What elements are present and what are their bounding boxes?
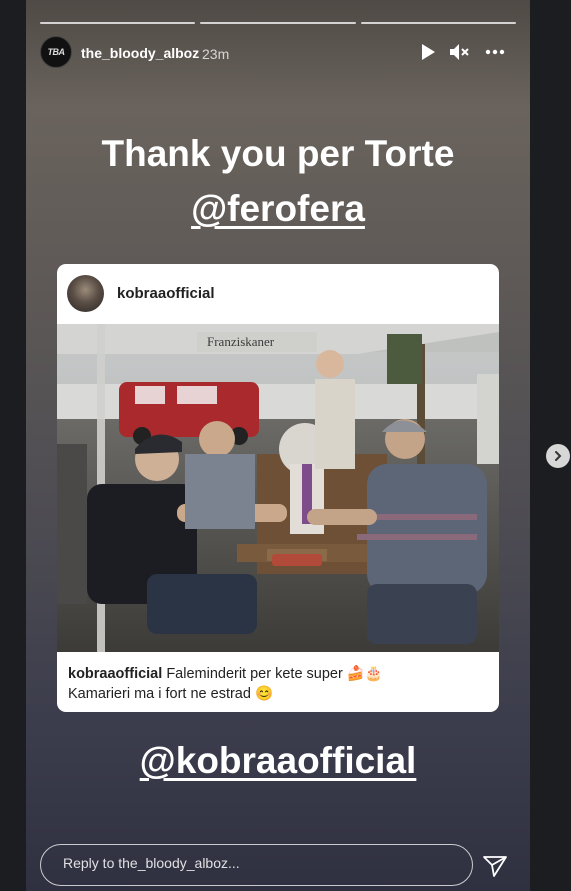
play-icon [422,44,435,60]
more-options-button[interactable] [483,40,507,64]
ferofera-mention-link[interactable]: @ferofera [191,188,365,229]
username-link[interactable]: the_bloody_alboz [81,45,199,61]
post-author-avatar[interactable] [67,275,104,312]
user-avatar[interactable]: TBA [40,36,72,68]
story-timestamp: 23m [202,46,230,62]
post-author-username[interactable]: kobraaofficial [117,285,215,302]
reply-box[interactable] [40,844,473,886]
caption-text: Faleminderit per kete super 🍰🎂 [166,666,383,682]
progress-segment [360,22,516,24]
play-button[interactable] [416,40,440,64]
progress-segment [40,22,196,24]
story-text-line-1: Thank you per Torte [101,133,455,174]
story-progress-bar [40,22,516,25]
chevron-right-icon [555,451,562,461]
caption-text-line2: Kamarieri ma i fort ne estrad 😊 [68,686,274,702]
send-button[interactable] [481,852,509,880]
story-mention-sticker: @kobraaofficial [26,740,530,782]
reply-input[interactable] [61,854,445,872]
avatar-logo-text: TBA [47,47,66,57]
embedded-post-card[interactable]: kobraaofficial Franziskaner kobraaoffici… [57,264,499,712]
post-photo: Franziskaner [57,324,499,652]
next-story-button[interactable] [546,444,570,468]
caption-username[interactable]: kobraaofficial [68,666,162,682]
send-icon [483,856,507,877]
story-viewer[interactable]: TBA the_bloody_alboz 23m Thank you per T… [26,0,530,891]
story-text-mention-line: @ferofera [26,188,530,230]
muted-speaker-icon [450,44,469,60]
post-caption: kobraaofficial Faleminderit per kete sup… [68,664,488,704]
photo-sign-text: Franziskaner [207,334,275,349]
kobraaofficial-mention-link[interactable]: @kobraaofficial [140,740,417,781]
more-horizontal-icon [485,49,505,55]
mute-button[interactable] [447,40,471,64]
progress-segment [200,22,356,24]
